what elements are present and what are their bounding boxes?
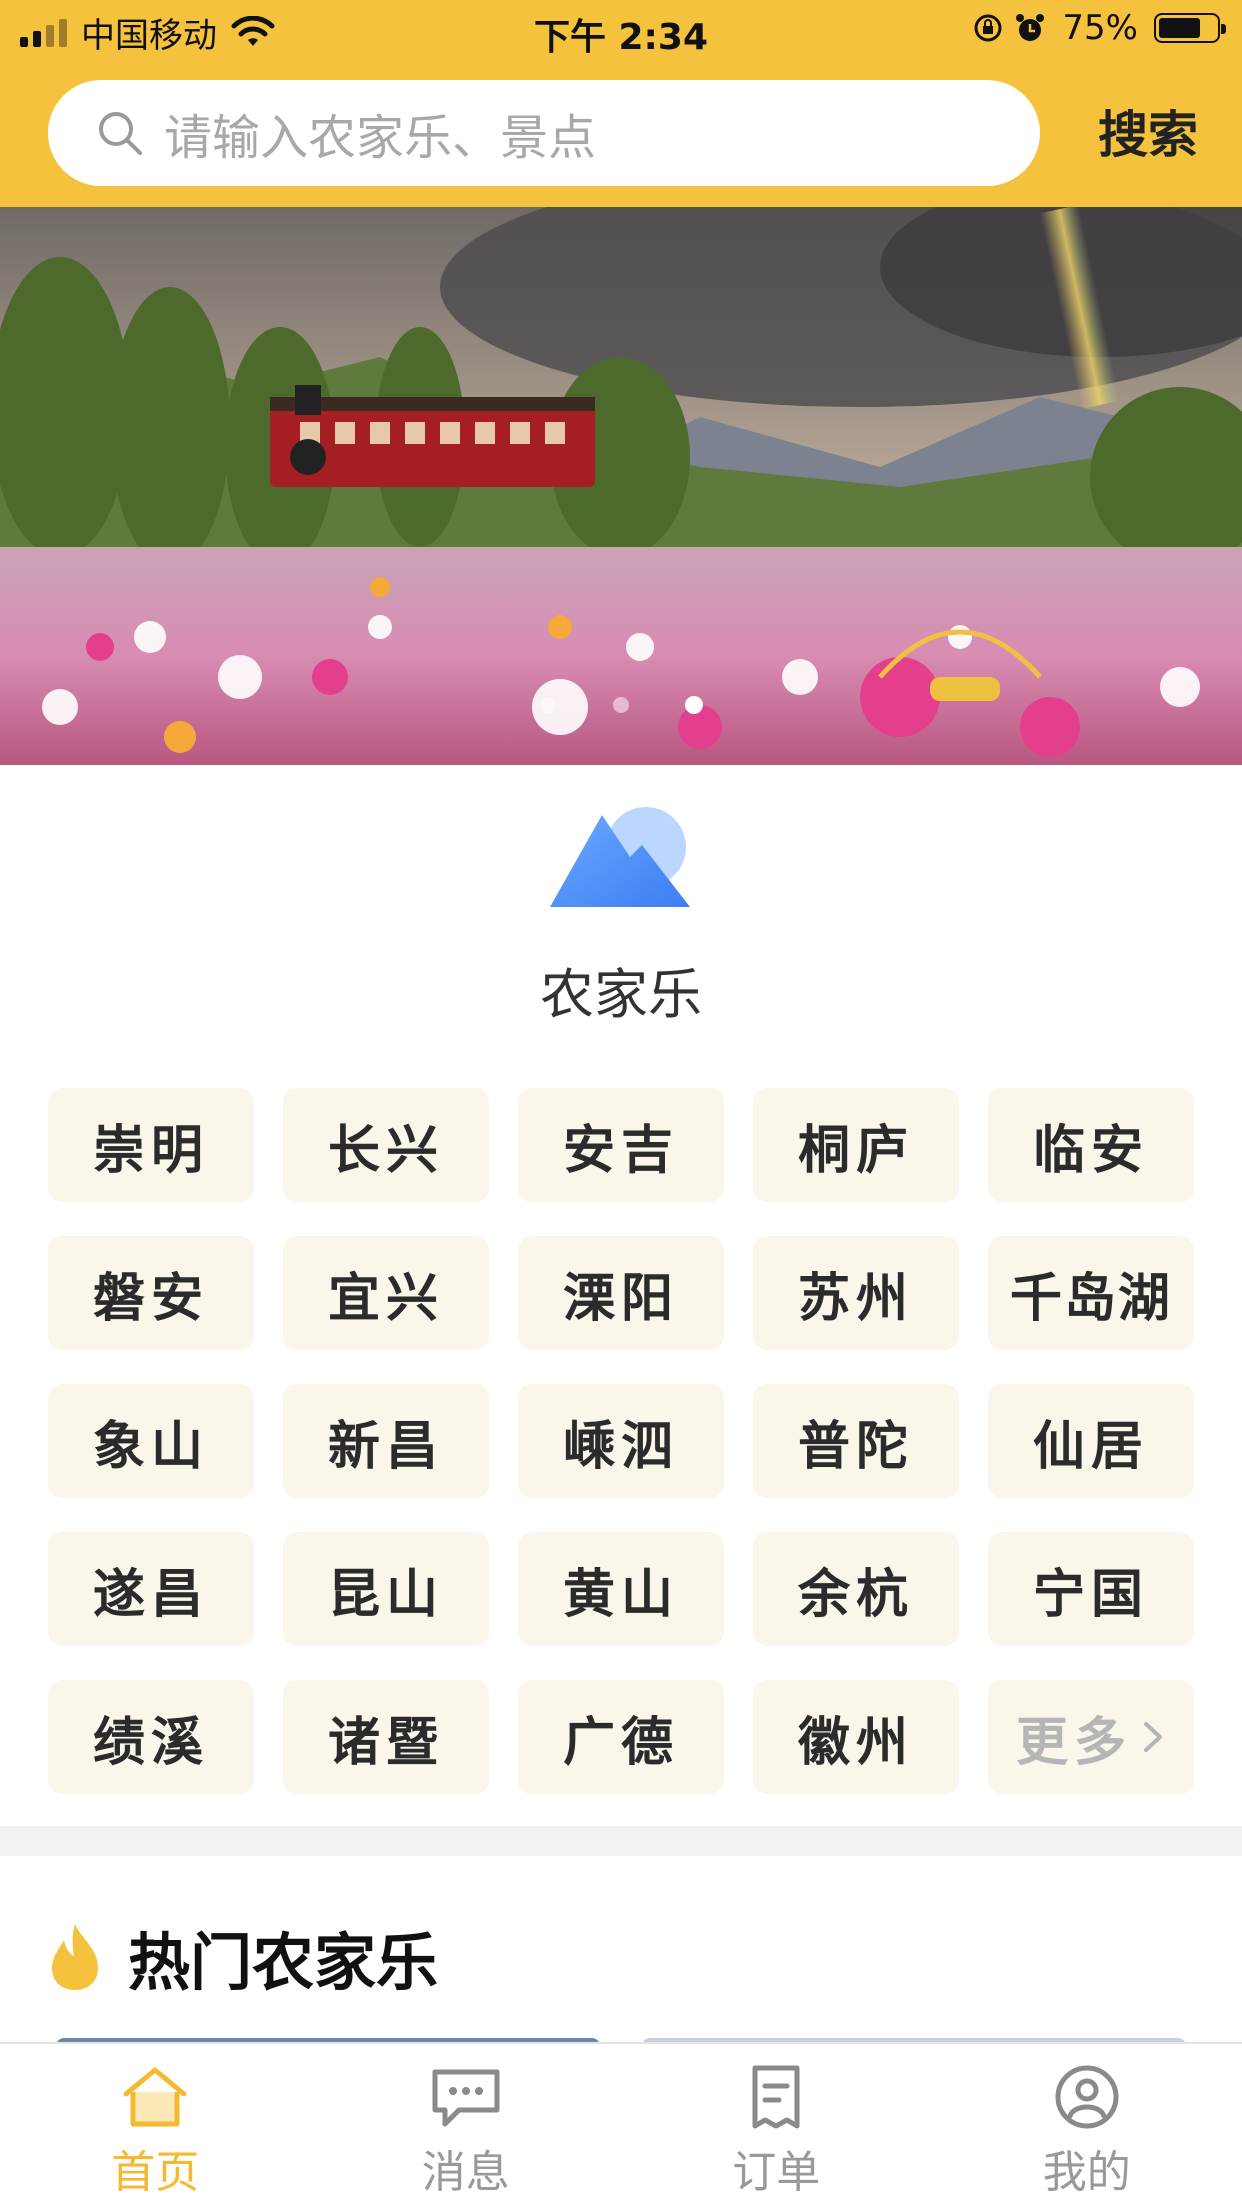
region-tag[interactable]: 长兴 bbox=[283, 1088, 489, 1202]
region-tag[interactable]: 仙居 bbox=[988, 1384, 1194, 1498]
region-tag[interactable]: 磐安 bbox=[48, 1236, 254, 1350]
rotation-lock-icon bbox=[974, 14, 1002, 42]
region-tag[interactable]: 溧阳 bbox=[518, 1236, 724, 1350]
home-icon bbox=[123, 2067, 187, 2127]
section-divider bbox=[0, 1826, 1242, 1856]
region-tag[interactable]: 宜兴 bbox=[283, 1236, 489, 1350]
category-section[interactable]: 农家乐 bbox=[0, 765, 1242, 1065]
region-tag[interactable]: 千岛湖 bbox=[988, 1236, 1194, 1350]
region-tag[interactable]: 余杭 bbox=[753, 1532, 959, 1646]
region-tag[interactable]: 宁国 bbox=[988, 1532, 1194, 1646]
region-tag[interactable]: 苏州 bbox=[753, 1236, 959, 1350]
battery-icon bbox=[1154, 13, 1226, 43]
tab-label: 消息 bbox=[421, 2147, 510, 2198]
tab-messages[interactable]: 消息 bbox=[311, 2044, 622, 2208]
more-label: 更多 bbox=[1015, 1712, 1132, 1773]
region-tag[interactable]: 安吉 bbox=[518, 1088, 724, 1202]
search-input[interactable]: 请输入农家乐、景点 bbox=[48, 80, 1040, 186]
banner-dot[interactable] bbox=[613, 697, 629, 713]
tab-orders[interactable]: 订单 bbox=[621, 2044, 932, 2208]
region-tag[interactable]: 诸暨 bbox=[283, 1680, 489, 1794]
search-button[interactable]: 搜索 bbox=[1098, 100, 1198, 170]
banner-dot[interactable] bbox=[540, 697, 556, 713]
tab-bar: 首页 消息 订单 我的 bbox=[0, 2042, 1242, 2208]
region-tag[interactable]: 黄山 bbox=[518, 1532, 724, 1646]
region-tag[interactable]: 临安 bbox=[988, 1088, 1194, 1202]
header: 中国移动 下午 2:34 75% 请输入农家乐、景点 搜索 bbox=[0, 0, 1242, 207]
region-tag[interactable]: 崇明 bbox=[48, 1088, 254, 1202]
region-tag[interactable]: 新昌 bbox=[283, 1384, 489, 1498]
search-icon bbox=[99, 112, 142, 155]
region-tag[interactable]: 嵊泗 bbox=[518, 1384, 724, 1498]
profile-icon bbox=[1055, 2065, 1119, 2129]
tab-profile[interactable]: 我的 bbox=[932, 2044, 1242, 2208]
region-tag[interactable]: 桐庐 bbox=[753, 1088, 959, 1202]
category-label: 农家乐 bbox=[540, 963, 702, 1026]
tab-home[interactable]: 首页 bbox=[0, 2044, 311, 2208]
search-placeholder: 请输入农家乐、景点 bbox=[164, 110, 597, 166]
hot-section-title: 热门农家乐 bbox=[128, 1926, 439, 1999]
region-tag[interactable]: 普陀 bbox=[753, 1384, 959, 1498]
more-regions-button[interactable]: 更多 bbox=[988, 1680, 1194, 1794]
alarm-icon bbox=[1016, 14, 1045, 41]
banner-image bbox=[0, 207, 1242, 765]
region-tag[interactable]: 绩溪 bbox=[48, 1680, 254, 1794]
tab-label: 我的 bbox=[1042, 2147, 1131, 2198]
region-tag[interactable]: 徽州 bbox=[753, 1680, 959, 1794]
chevron-right-icon bbox=[1144, 1722, 1162, 1752]
region-tag[interactable]: 昆山 bbox=[283, 1532, 489, 1646]
status-bar: 中国移动 下午 2:34 75% bbox=[0, 0, 1242, 62]
banner-dot-active[interactable] bbox=[685, 696, 703, 714]
tab-label: 首页 bbox=[111, 2147, 200, 2198]
order-icon bbox=[752, 2065, 800, 2129]
tab-label: 订单 bbox=[732, 2147, 821, 2198]
region-tag-grid: 崇明 长兴 安吉 桐庐 临安 磐安 宜兴 溧阳 苏州 千岛湖 象山 新昌 嵊泗 … bbox=[48, 1088, 1194, 1794]
flame-icon bbox=[52, 1924, 98, 1990]
region-tag[interactable]: 象山 bbox=[48, 1384, 254, 1498]
hot-section-header: 热门农家乐 bbox=[48, 1912, 438, 2002]
banner-carousel[interactable] bbox=[0, 207, 1242, 765]
battery-percent: 75% bbox=[1062, 8, 1138, 48]
region-tag[interactable]: 遂昌 bbox=[48, 1532, 254, 1646]
message-icon bbox=[432, 2069, 500, 2127]
mountain-icon bbox=[550, 807, 690, 907]
region-tag[interactable]: 广德 bbox=[518, 1680, 724, 1794]
